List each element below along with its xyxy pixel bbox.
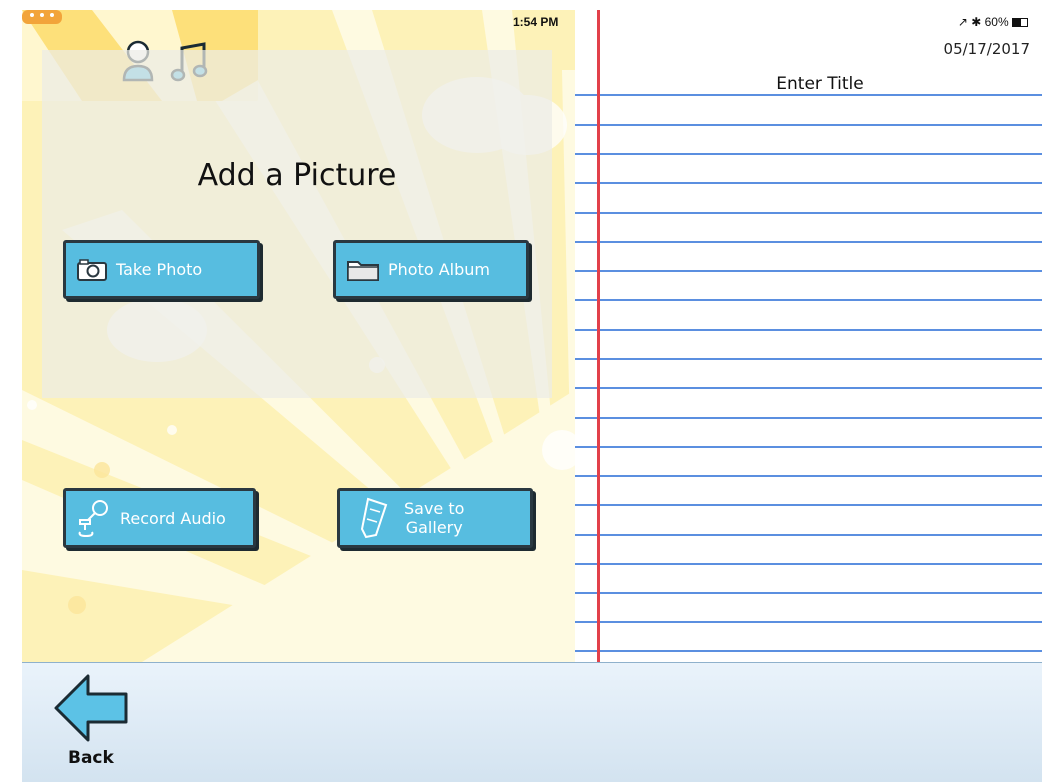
save-to-gallery-line2: Gallery [405, 518, 463, 537]
picture-area [42, 50, 552, 398]
back-label: Back [68, 748, 114, 768]
record-audio-button[interactable]: Record Audio [63, 488, 256, 548]
status-indicators: ↗ ✱ 60% [958, 15, 1028, 29]
back-arrow-icon [50, 670, 134, 750]
record-audio-label: Record Audio [120, 508, 226, 528]
take-photo-label: Take Photo [116, 260, 203, 279]
title-input[interactable]: Enter Title [760, 74, 880, 94]
photo-album-label: Photo Album [388, 260, 490, 279]
save-to-gallery-text: Save to Gallery [404, 499, 464, 537]
notebook-rules [575, 94, 1042, 652]
add-picture-heading: Add a Picture [197, 158, 397, 193]
camera-icon [76, 258, 108, 282]
microphone-icon [76, 498, 112, 538]
entry-date: 05/17/2017 [943, 40, 1030, 58]
photo-album-button[interactable]: Photo Album [333, 240, 529, 299]
bottom-toolbar [22, 662, 1042, 782]
save-to-gallery-button[interactable]: Save to Gallery [337, 488, 533, 548]
save-to-gallery-line1: Save to [404, 499, 465, 518]
folder-icon [346, 258, 380, 282]
status-time: 1:54 PM [513, 15, 559, 29]
battery-icon [1012, 18, 1028, 28]
take-photo-button[interactable]: Take Photo [63, 240, 260, 299]
pencil-icon [358, 497, 390, 539]
notebook-page[interactable] [575, 10, 1042, 662]
status-indicators-text: ↗ ✱ 60% [957, 15, 1009, 29]
notebook-margin-line [597, 10, 600, 662]
